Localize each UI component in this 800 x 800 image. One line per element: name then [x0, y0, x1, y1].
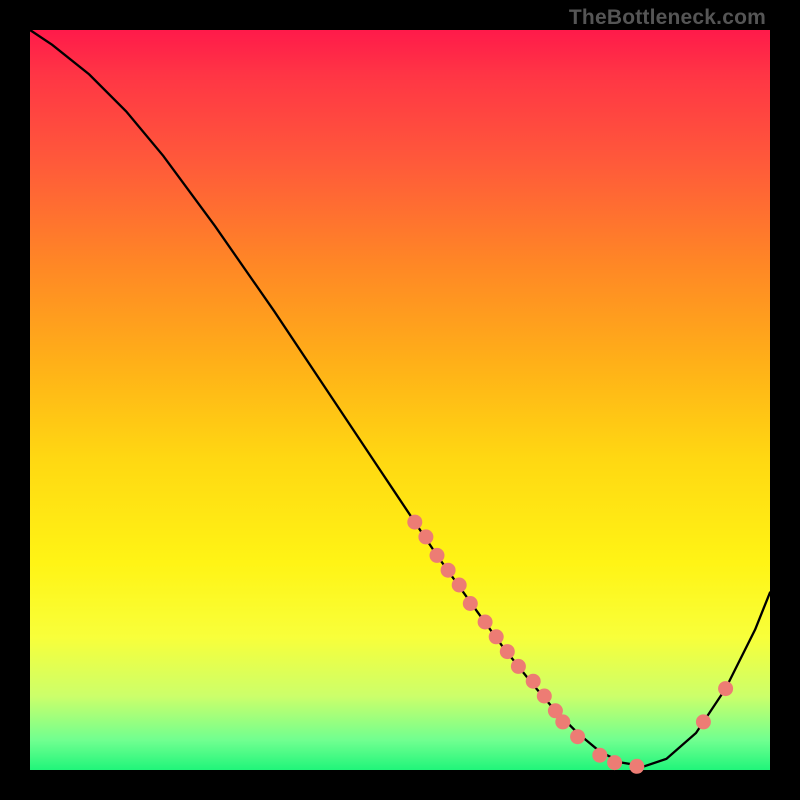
marker-point [478, 615, 493, 630]
marker-point [511, 659, 526, 674]
marker-point [555, 714, 570, 729]
marker-point [629, 759, 644, 774]
chart-container: TheBottleneck.com [0, 0, 800, 800]
marker-point [407, 515, 422, 530]
watermark-text: TheBottleneck.com [569, 6, 766, 30]
marker-point [489, 629, 504, 644]
marker-point [718, 681, 733, 696]
marker-point [418, 529, 433, 544]
marker-point [526, 674, 541, 689]
marker-point [463, 596, 478, 611]
marker-point [592, 748, 607, 763]
marker-point [537, 689, 552, 704]
marker-point [696, 714, 711, 729]
marker-point [441, 563, 456, 578]
marker-point [452, 578, 467, 593]
chart-svg [30, 30, 770, 770]
marker-point [607, 755, 622, 770]
bottleneck-curve [30, 30, 770, 766]
marker-group [407, 515, 733, 774]
marker-point [500, 644, 515, 659]
marker-point [430, 548, 445, 563]
marker-point [570, 729, 585, 744]
